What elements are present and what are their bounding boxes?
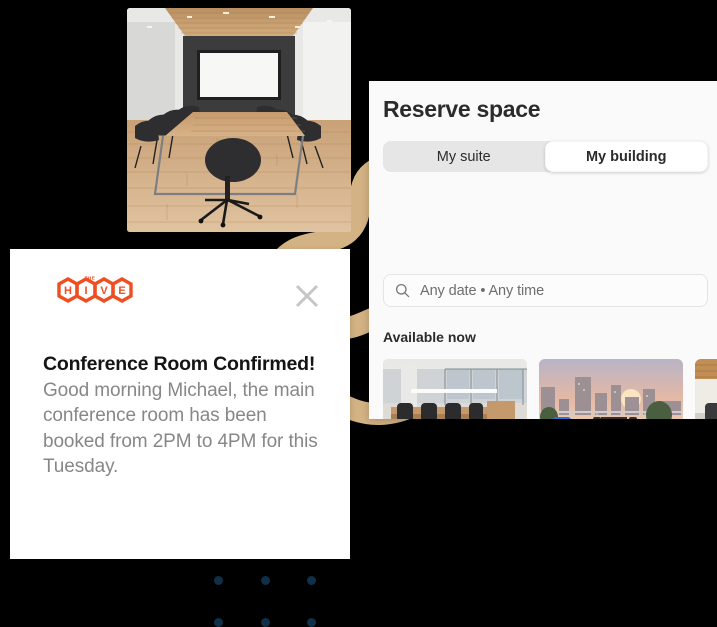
conference-room-photo — [127, 8, 351, 232]
close-icon[interactable] — [292, 281, 322, 311]
lounge-photo — [695, 359, 717, 419]
available-now-label: Available now — [383, 329, 476, 345]
notification-title: Conference Room Confirmed! — [43, 353, 316, 375]
space-card-list: Desk 1 Rockefeller • Floor 33 — [383, 359, 717, 419]
rooftop-city-sunset-photo — [539, 359, 683, 419]
date-time-search-field[interactable]: Any date • Any time — [383, 274, 708, 307]
tab-my-building[interactable]: My building — [544, 141, 708, 172]
space-card-desk-1[interactable]: Desk 1 Rockefeller • Floor 33 — [383, 359, 527, 419]
space-scope-tabs: My suite My building — [383, 141, 708, 172]
page-title: Reserve space — [383, 96, 541, 122]
tab-my-suite[interactable]: My suite — [383, 141, 545, 172]
notification-message: Good morning Michael, the main conferenc… — [43, 380, 318, 477]
screenshot-stage: H I V E THE Conference Room Confirmed! G… — [0, 0, 717, 627]
notification-body: Conference Room Confirmed! Good morning … — [43, 353, 328, 479]
confirmation-notification-card: H I V E THE Conference Room Confirmed! G… — [10, 249, 350, 559]
space-card-rooftop-terrace[interactable]: Rooftop terrace Rockefeller • Rooftop — [539, 359, 683, 419]
search-placeholder-text: Any date • Any time — [420, 282, 545, 299]
reserve-space-panel: Reserve space My suite My building Any d… — [369, 81, 717, 419]
logo-tagline: THE — [85, 276, 96, 281]
logo-letter-h: H — [64, 285, 72, 297]
space-card-desk-2[interactable]: Desk 2 Rockefeller • Floor 33 — [695, 359, 717, 419]
search-icon — [395, 283, 410, 298]
logo-letter-v: V — [100, 285, 108, 297]
the-hive-logo: H I V E THE — [42, 276, 164, 323]
logo-letter-e: E — [118, 285, 125, 297]
logo-letter-i: I — [84, 285, 87, 297]
office-desks-photo — [383, 359, 527, 419]
